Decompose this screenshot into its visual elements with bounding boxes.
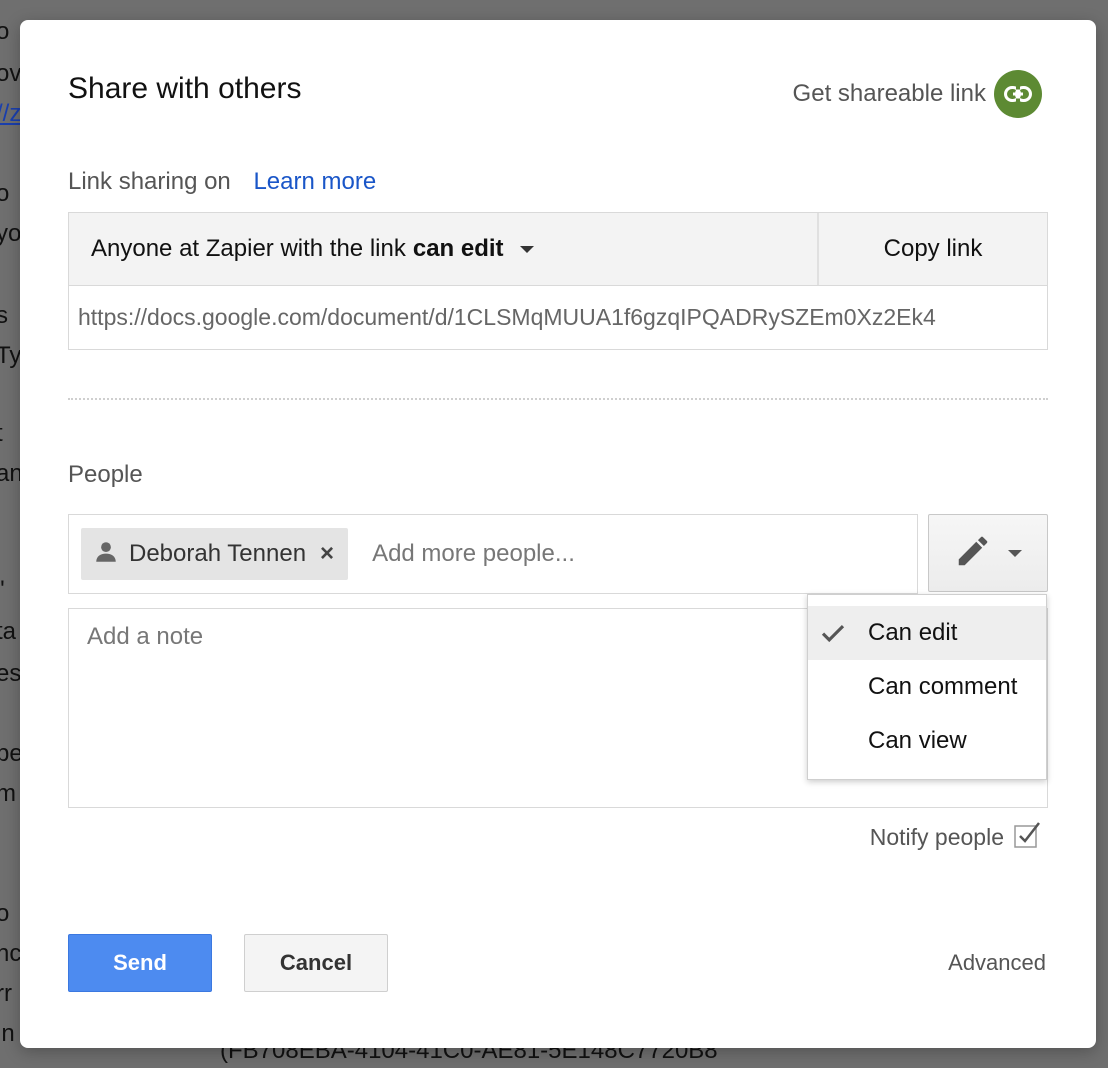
caret-down-icon <box>519 245 534 253</box>
menu-item-label: Can edit <box>868 619 958 646</box>
add-people-input[interactable]: Add more people... <box>372 540 575 568</box>
people-input-box[interactable]: Deborah Tennen × Add more people... <box>68 514 918 594</box>
dialog-title: Share with others <box>68 72 302 105</box>
menu-item-label: Can comment <box>868 673 1018 700</box>
remove-person-icon[interactable]: × <box>320 540 334 568</box>
background-bottom-text: (FB708EBA-4104-41C0-AE81-5E148C7720B8 <box>220 1048 718 1068</box>
menu-item-can-edit[interactable]: Can edit <box>808 606 1046 660</box>
bg-text: ov <box>0 60 20 87</box>
bg-text: s <box>0 302 8 329</box>
bg-text: o <box>0 18 10 45</box>
pencil-icon <box>954 532 992 575</box>
bg-text: in <box>0 1020 15 1047</box>
background-document: o ov //z o yo s Ty t an " ta es pe m o n… <box>0 0 20 1068</box>
bg-text: es <box>0 660 20 687</box>
get-shareable-link-button[interactable]: Get shareable link <box>793 70 1042 118</box>
checkbox-checked-icon[interactable] <box>1012 820 1042 855</box>
menu-item-label: Can view <box>868 727 967 754</box>
bg-text: nc <box>0 940 20 967</box>
get-shareable-link-label: Get shareable link <box>792 80 986 107</box>
access-prefix: Anyone at Zapier with the link <box>91 235 406 262</box>
section-divider <box>68 398 1048 400</box>
cancel-button[interactable]: Cancel <box>244 934 388 992</box>
learn-more-link[interactable]: Learn more <box>253 168 376 195</box>
people-label: People <box>68 461 143 488</box>
check-icon <box>818 618 848 655</box>
bg-link: //z <box>0 100 20 127</box>
send-button[interactable]: Send <box>68 934 212 992</box>
link-sharing-bar: Anyone at Zapier with the link can edit … <box>68 212 1048 286</box>
copy-link-button[interactable]: Copy link <box>817 213 1047 285</box>
permission-dropdown-button[interactable] <box>928 514 1048 592</box>
link-access-dropdown[interactable]: Anyone at Zapier with the link can edit <box>69 213 817 285</box>
notify-people-label: Notify people <box>869 824 1004 850</box>
bg-text: o <box>0 900 10 927</box>
share-dialog: Share with others Get shareable link Lin… <box>20 20 1096 1048</box>
bg-text: ta <box>0 618 17 645</box>
bg-text: yo <box>0 220 20 247</box>
bg-text: " <box>0 576 5 604</box>
link-sharing-row: Link sharing on Learn more <box>68 168 376 196</box>
advanced-link[interactable]: Advanced <box>948 950 1046 976</box>
menu-item-can-view[interactable]: Can view <box>808 714 1046 768</box>
bg-text: o <box>0 180 10 207</box>
person-icon <box>93 539 119 570</box>
bg-text: m <box>0 780 16 807</box>
share-url-field[interactable]: https://docs.google.com/document/d/1CLSM… <box>68 286 1048 350</box>
menu-item-can-comment[interactable]: Can comment <box>808 660 1046 714</box>
person-chip: Deborah Tennen × <box>81 528 349 580</box>
link-icon <box>994 70 1042 118</box>
bg-text: t <box>0 420 3 448</box>
access-level: can edit <box>412 235 504 262</box>
bg-text: Ty <box>0 342 20 369</box>
bg-text: an <box>0 460 20 487</box>
notify-people-toggle[interactable]: Notify people <box>870 820 1042 855</box>
bg-text: pe <box>0 740 20 767</box>
link-sharing-label: Link sharing on <box>68 168 231 195</box>
bg-bottom-line: (FB708EBA-4104-41C0-AE81-5E148C7720B8 <box>220 1048 718 1064</box>
caret-down-icon <box>1008 549 1022 557</box>
bg-text: rr <box>0 980 12 1007</box>
permission-menu: Can edit Can comment Can view <box>807 594 1047 780</box>
person-chip-name: Deborah Tennen <box>129 540 307 567</box>
